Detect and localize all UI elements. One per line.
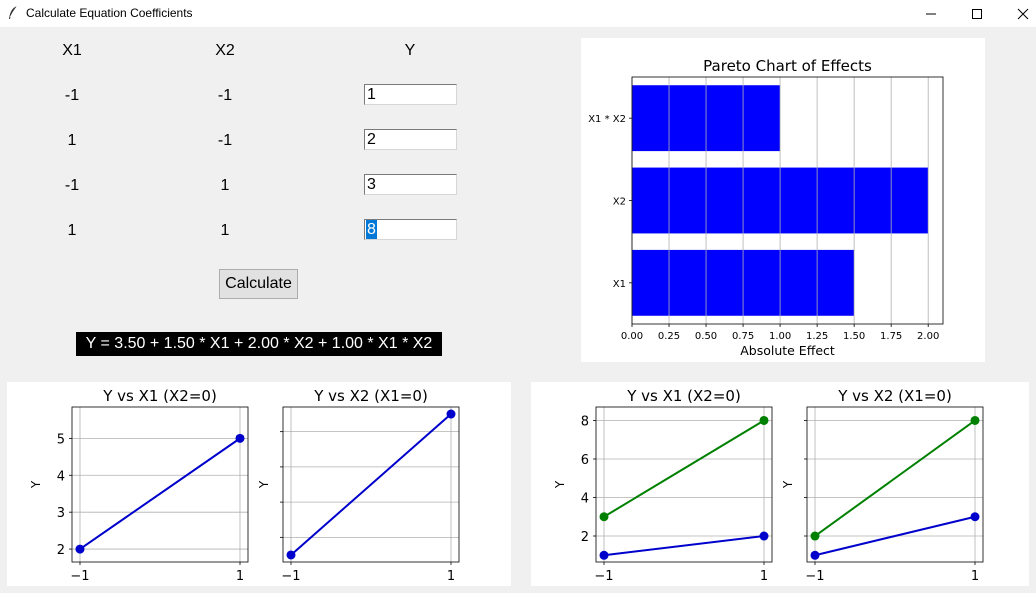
x-tick-label: 1.50 [843, 331, 865, 342]
x-tick-label: 1.00 [769, 331, 791, 342]
title-bar: Calculate Equation Coefficients [0, 0, 1036, 27]
subplot-title: Y vs X1 (X2=0) [626, 387, 741, 405]
series-line-0 [79, 437, 241, 550]
x-tick-label: −1 [805, 569, 824, 584]
row4-y-input[interactable]: 8 [364, 219, 457, 240]
header-y: Y [404, 42, 416, 59]
series-line-1 [814, 419, 976, 537]
row2-x2: -1 [217, 132, 233, 149]
x-tick-label: 1 [760, 569, 768, 584]
row1-y-input[interactable] [364, 84, 457, 105]
data-point [759, 531, 769, 541]
x-tick-label: 0.50 [695, 331, 717, 342]
row2-y-input[interactable] [364, 129, 457, 150]
x-tick-label: 1.25 [806, 331, 828, 342]
row3-y-input[interactable] [364, 174, 457, 195]
series-line-0 [290, 413, 452, 556]
pareto-chart: Pareto Chart of Effects X1 X2 X1 * X2 0.00 0.… [588, 57, 944, 358]
window-title: Calculate Equation Coefficients [26, 6, 193, 20]
x-tick-label: −1 [594, 569, 613, 584]
row3-x1: -1 [64, 177, 80, 194]
left-plots: Y vs X1 (X2=0) 2 3 4 5 −1 1 Y Y vs X2 (X1=0) −1 1 Y [29, 387, 460, 584]
series-line-0 [603, 535, 765, 557]
chart-title: Pareto Chart of Effects [703, 57, 872, 75]
x-tick-label: 1 [236, 569, 244, 584]
y-tick-label: 3 [57, 506, 65, 521]
row2-x1: 1 [67, 132, 77, 149]
calculate-button[interactable]: Calculate [219, 269, 298, 299]
header-x1: X1 [62, 42, 82, 59]
y-axis-label: Y [257, 480, 271, 489]
data-point [810, 550, 820, 560]
close-icon [1017, 8, 1029, 20]
data-point [599, 550, 609, 560]
x-tick-label: 1.75 [880, 331, 902, 342]
data-point [970, 512, 980, 522]
maximize-icon [972, 9, 982, 19]
y-tick-label: 4 [581, 491, 589, 506]
x-tick-label: −1 [281, 569, 300, 584]
y-tick-label: 6 [581, 453, 589, 468]
minimize-button[interactable] [908, 0, 954, 27]
header-x2: X2 [215, 42, 235, 59]
x-tick-label: 2.00 [917, 331, 939, 342]
subplot-title: Y vs X1 (X2=0) [102, 387, 217, 405]
row4-x2: 1 [220, 222, 230, 239]
left-plots-panel: Y vs X1 (X2=0) 2 3 4 5 −1 1 Y Y vs X2 (X1=0) −1 1 Y [7, 382, 511, 586]
y-tick-label: 5 [57, 432, 65, 447]
pareto-chart-panel: Pareto Chart of Effects X1 X2 X1 * X2 0.00 0.… [581, 38, 985, 362]
y-axis-label: Y [29, 480, 43, 489]
plot-frame [806, 406, 984, 563]
minimize-icon [926, 13, 936, 15]
subplot-title: Y vs X2 (X1=0) [313, 387, 428, 405]
data-point [759, 415, 769, 425]
data-point [599, 512, 609, 522]
data-point [75, 544, 85, 554]
x-tick-label: 0.75 [732, 331, 754, 342]
x-tick-label: −1 [70, 569, 89, 584]
data-point [810, 531, 820, 541]
feather-icon [9, 5, 18, 19]
right-plots: Y vs X1 (X2=0) 2 4 6 8 −1 1 Y Y vs X2 (X1=0) −1 1 Y [553, 387, 984, 584]
x-axis-label: Absolute Effect [740, 343, 835, 358]
row4-y-selected-text: 8 [366, 220, 377, 239]
data-point [235, 433, 245, 443]
x-tick-label: 1 [447, 569, 455, 584]
y-axis-label: Y [781, 480, 795, 489]
x-tick-label: 1 [971, 569, 979, 584]
row3-x2: 1 [220, 177, 230, 194]
maximize-button[interactable] [954, 0, 1000, 27]
close-button[interactable] [1000, 0, 1036, 27]
x-tick-label: 0.00 [621, 331, 643, 342]
y-tick-label: X1 * X2 [588, 114, 626, 125]
subplot-title: Y vs X2 (X1=0) [837, 387, 952, 405]
row4-x1: 1 [67, 222, 77, 239]
data-point [286, 550, 296, 560]
y-tick-label: 4 [57, 469, 65, 484]
y-tick-label: 8 [581, 414, 589, 429]
y-tick-label: 2 [581, 530, 589, 545]
row1-x1: -1 [64, 87, 80, 104]
right-plots-panel: Y vs X1 (X2=0) 2 4 6 8 −1 1 Y Y vs X2 (X1=0) −1 1 Y [531, 382, 1029, 586]
y-tick-label: X1 [613, 279, 626, 290]
data-point [446, 409, 456, 419]
equation-display: Y = 3.50 + 1.50 * X1 + 2.00 * X2 + 1.00 … [76, 332, 442, 356]
y-tick-label: 2 [57, 543, 65, 558]
y-axis-label: Y [553, 480, 567, 489]
x-tick-label: 0.25 [658, 331, 680, 342]
plot-frame [71, 406, 249, 563]
row1-x2: -1 [217, 87, 233, 104]
series-line-1 [603, 419, 765, 518]
y-tick-label: X2 [613, 197, 626, 208]
data-point [970, 415, 980, 425]
